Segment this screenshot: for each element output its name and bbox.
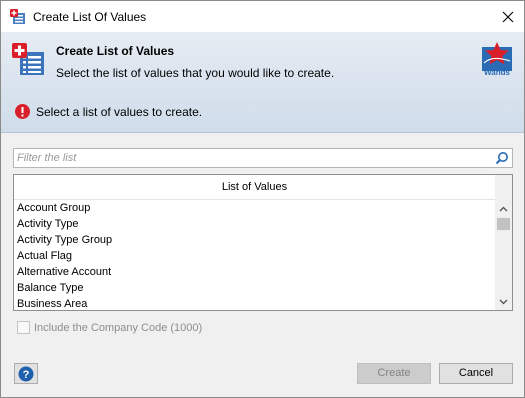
list-item[interactable]: Actual Flag (14, 248, 495, 264)
list-item[interactable]: Account Group (14, 200, 495, 216)
list-item[interactable]: Activity Type Group (14, 232, 495, 248)
chevron-down-icon (499, 299, 508, 304)
dialog-header: Create List of Values Select the list of… (1, 32, 524, 133)
help-icon: ? (18, 366, 34, 381)
scroll-thumb[interactable] (497, 218, 510, 230)
list-rows: Account Group Activity Type Activity Typ… (14, 200, 495, 310)
filter-box (13, 148, 513, 168)
values-list: List of Values Account Group Activity Ty… (13, 174, 513, 311)
error-icon (15, 104, 30, 119)
list-scrollbar[interactable] (495, 175, 512, 310)
dialog-window: Create List Of Values Create List of Val… (0, 0, 525, 398)
include-company-code-label: Include the Company Code (1000) (34, 321, 203, 334)
create-list-icon (12, 43, 46, 77)
header-subtitle: Select the list of values that you would… (56, 66, 335, 80)
svg-text:?: ? (23, 369, 30, 381)
window-title: Create List Of Values (33, 10, 147, 24)
app-icon (10, 9, 26, 25)
chevron-up-icon (499, 206, 508, 211)
help-button[interactable]: ? (14, 363, 38, 384)
wands-logo: Wands (480, 41, 514, 77)
scroll-up-button[interactable] (495, 200, 512, 217)
alert-message: Select a list of values to create. (36, 105, 203, 119)
include-company-code-option[interactable]: Include the Company Code (1000) (17, 321, 202, 334)
create-button[interactable]: Create (357, 363, 431, 384)
list-item[interactable]: Balance Type (14, 280, 495, 296)
include-company-code-checkbox[interactable] (17, 321, 30, 334)
filter-input[interactable] (14, 149, 492, 167)
list-item[interactable]: Alternative Account (14, 264, 495, 280)
list-item[interactable]: Business Area (14, 296, 495, 310)
logo-text: Wands (484, 68, 510, 77)
search-icon[interactable] (495, 151, 509, 165)
list-column-header[interactable]: List of Values (14, 175, 495, 200)
title-bar: Create List Of Values (1, 1, 524, 32)
scroll-down-button[interactable] (495, 293, 512, 310)
close-button[interactable] (492, 1, 524, 32)
header-title: Create List of Values (56, 44, 175, 58)
list-item[interactable]: Activity Type (14, 216, 495, 232)
cancel-button[interactable]: Cancel (439, 363, 513, 384)
close-icon (502, 11, 514, 22)
